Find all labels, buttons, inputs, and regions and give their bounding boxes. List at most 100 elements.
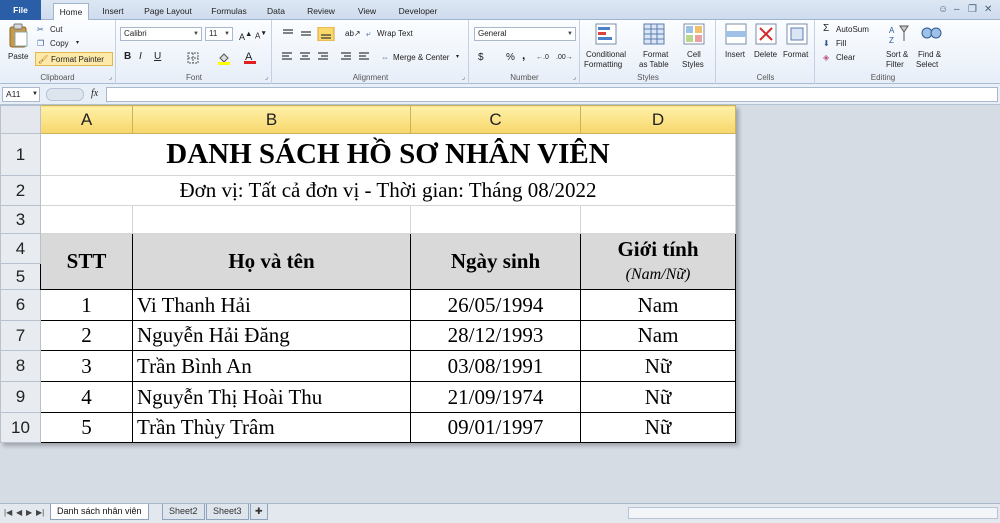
row-header[interactable]: 7 [0,320,41,351]
fill-color-icon[interactable] [217,51,231,65]
header-name[interactable]: Họ và tên [132,233,411,290]
copy-button[interactable]: Copy [50,38,69,49]
cell-name[interactable]: Vi Thanh Hải [132,289,411,321]
cell-styles-label-2[interactable]: Styles [682,59,704,70]
cell-stt[interactable]: 2 [40,320,133,351]
help-icon[interactable]: ☺ [938,4,948,15]
cell-gender[interactable]: Nữ [580,412,736,443]
name-box-dropdown-icon[interactable]: ▼ [32,89,38,100]
row-header[interactable]: 9 [0,381,41,413]
sheet-subtitle[interactable]: Đơn vị: Tất cả đơn vị - Thời gian: Tháng… [40,175,736,206]
column-header[interactable]: B [132,105,411,134]
cell-dob[interactable]: 03/08/1991 [410,350,581,382]
orientation-icon[interactable]: ab↗ [345,28,361,39]
insert-cells-button[interactable]: Insert [725,49,745,60]
column-header[interactable]: D [580,105,736,134]
header-stt[interactable]: STT [40,233,133,290]
merge-center-button[interactable]: Merge & Center [393,52,449,63]
clear-button[interactable]: Clear [836,52,855,63]
borders-icon[interactable] [187,52,199,64]
format-cells-icon[interactable] [786,23,808,45]
tab-data[interactable]: Data [262,3,290,20]
tab-view[interactable]: View [352,3,382,20]
cell[interactable] [580,205,736,234]
row-header[interactable]: 5 [0,263,41,290]
tab-insert[interactable]: Insert [96,3,130,20]
row-header[interactable]: 1 [0,133,41,176]
sheet-tab[interactable]: Sheet2 [162,504,205,520]
cell-stt[interactable]: 5 [40,412,133,443]
format-painter-highlight[interactable]: 🖌 Format Painter [35,52,113,66]
conditional-formatting-label-2[interactable]: Formatting [584,59,622,70]
restore-icon[interactable]: ❐ [968,4,977,15]
underline-button[interactable]: U [154,51,161,62]
cell-name[interactable]: Nguyễn Hải Đăng [132,320,411,351]
format-as-table-label-2[interactable]: as Table [639,59,669,70]
next-sheet-icon[interactable]: ▶ [26,508,32,517]
cell[interactable] [132,205,411,234]
italic-button[interactable]: I [139,51,142,62]
horizontal-align-icons[interactable] [281,51,371,63]
font-color-icon[interactable]: A [243,50,257,65]
paste-icon[interactable] [8,23,30,49]
insert-sheet-icon[interactable]: ✚ [250,504,268,520]
formula-input[interactable] [106,87,998,102]
alignment-launcher-icon[interactable]: ⌟ [462,73,465,81]
comma-button[interactable]: , [522,49,525,61]
format-cells-button[interactable]: Format [783,49,808,60]
cell[interactable] [410,205,581,234]
minimize-ribbon-icon[interactable]: – [954,4,960,15]
format-as-table-icon[interactable] [643,23,665,45]
percent-button[interactable]: % [506,52,515,63]
conditional-formatting-icon[interactable] [595,23,617,45]
font-name-combo[interactable]: Calibri ▼ [120,27,202,41]
delete-cells-icon[interactable] [755,23,777,45]
row-header[interactable]: 6 [0,289,41,321]
cell-gender[interactable]: Nam [580,289,736,321]
merge-dropdown-icon[interactable]: ▾ [456,52,459,63]
cell-name[interactable]: Trần Bình An [132,350,411,382]
insert-cells-icon[interactable] [725,23,747,45]
fx-button[interactable]: fx [91,88,98,99]
vertical-align-icons[interactable] [281,27,341,41]
wrap-text-button[interactable]: Wrap Text [377,28,413,39]
row-header[interactable]: 2 [0,175,41,206]
sort-filter-icon[interactable]: A Z [888,23,910,45]
sheet-tab[interactable]: Sheet3 [206,504,249,520]
cell-styles-icon[interactable] [683,23,705,45]
cell-dob[interactable]: 26/05/1994 [410,289,581,321]
decrease-decimal-icon[interactable]: .00→ [556,52,573,63]
sort-filter-label-2[interactable]: Filter [886,59,904,70]
delete-cells-button[interactable]: Delete [754,49,777,60]
cell-gender[interactable]: Nữ [580,381,736,413]
tab-formulas[interactable]: Formulas [207,3,251,20]
cell[interactable] [40,205,133,234]
cell-name[interactable]: Trần Thùy Trâm [132,412,411,443]
close-icon[interactable]: ✕ [984,4,992,15]
find-select-icon[interactable] [920,23,942,45]
cell-name[interactable]: Nguyễn Thị Hoài Thu [132,381,411,413]
select-all-corner[interactable] [0,105,41,134]
column-header[interactable]: A [40,105,133,134]
number-launcher-icon[interactable]: ⌟ [573,73,576,81]
cell-dob[interactable]: 09/01/1997 [410,412,581,443]
sheet-tab-active[interactable]: Danh sách nhân viên [50,504,149,520]
font-launcher-icon[interactable]: ⌟ [265,73,268,81]
first-sheet-icon[interactable]: |◀ [4,508,12,517]
row-header[interactable]: 4 [0,233,41,264]
bold-button[interactable]: B [124,51,131,62]
autosum-button[interactable]: AutoSum [836,24,869,35]
cell-gender[interactable]: Nam [580,320,736,351]
cell-stt[interactable]: 1 [40,289,133,321]
header-gender[interactable]: Giới tính (Nam/Nữ) [580,233,736,290]
paste-button[interactable]: Paste [8,51,28,62]
tab-file[interactable]: File [0,0,41,20]
tab-page-layout[interactable]: Page Layout [140,3,196,20]
prev-sheet-icon[interactable]: ◀ [16,508,22,517]
font-size-combo[interactable]: 11 ▼ [205,27,233,41]
horizontal-scrollbar[interactable] [628,507,998,519]
cell-dob[interactable]: 21/09/1974 [410,381,581,413]
copy-dropdown-icon[interactable]: ▾ [76,38,79,49]
cell-stt[interactable]: 4 [40,381,133,413]
tab-review[interactable]: Review [302,3,340,20]
